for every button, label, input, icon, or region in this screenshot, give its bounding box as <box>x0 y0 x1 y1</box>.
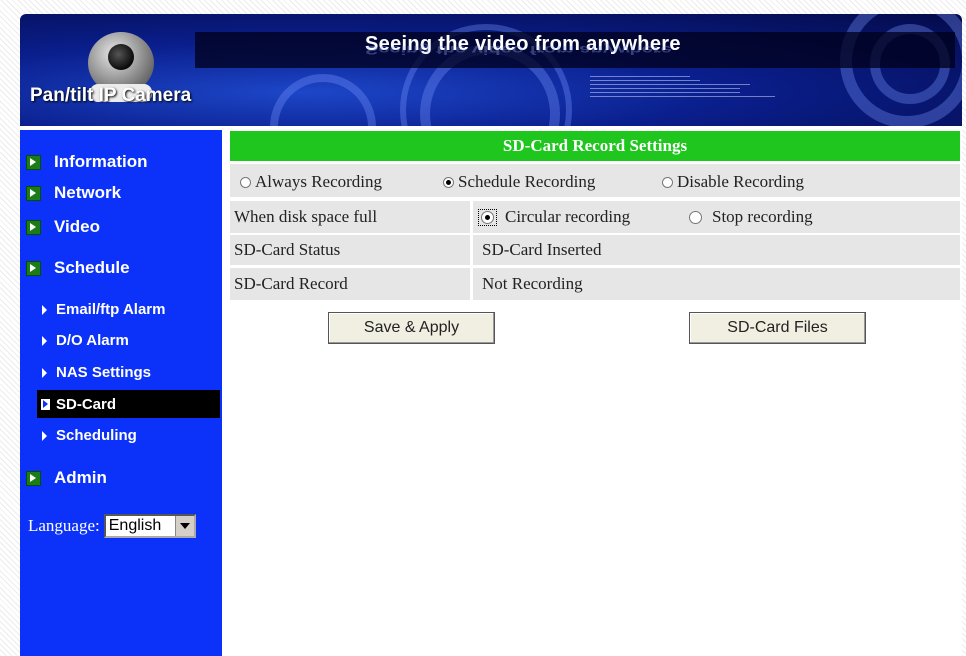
sidebar: Information Network Video Schedule Email… <box>20 130 222 656</box>
sidebar-item-label: Network <box>54 183 122 202</box>
page-title: SD-Card Record Settings <box>230 131 960 161</box>
sidebar-item-label: Schedule <box>54 258 130 277</box>
disk-full-options: Circular recording Stop recording <box>473 201 960 233</box>
sidebar-item-video[interactable]: Video <box>26 217 100 237</box>
language-select[interactable]: English <box>103 514 196 538</box>
schedule-recording-label: Schedule Recording <box>458 172 596 191</box>
sidebar-item-information[interactable]: Information <box>26 152 148 172</box>
sd-record-value: Not Recording <box>473 268 960 300</box>
stop-recording-label: Stop recording <box>712 207 813 226</box>
disable-recording-option[interactable]: Disable Recording <box>662 172 804 192</box>
sidebar-subitem-nas-settings[interactable]: NAS Settings <box>42 364 151 381</box>
sidebar-item-label: Information <box>54 152 148 171</box>
arrow-icon <box>26 470 41 486</box>
sd-record-row: SD-Card Record Not Recording <box>230 268 960 300</box>
chevron-down-icon[interactable] <box>174 516 194 536</box>
arrow-icon <box>26 185 41 201</box>
sidebar-subitem-label: SD-Card <box>56 395 117 413</box>
sd-card-files-button[interactable]: SD-Card Files <box>689 312 866 344</box>
always-recording-radio[interactable] <box>240 176 251 188</box>
sd-status-label: SD-Card Status <box>230 235 470 265</box>
sd-status-value: SD-Card Inserted <box>473 235 960 265</box>
circular-recording-option[interactable]: Circular recording <box>478 207 630 227</box>
banner-title-reflection: Seeing the video from anywhere <box>365 42 672 56</box>
banner-fine-print <box>590 76 780 100</box>
sidebar-item-network[interactable]: Network <box>26 183 121 203</box>
sidebar-item-label: Admin <box>54 468 107 487</box>
sidebar-subitem-label: Email/ftp Alarm <box>56 301 166 318</box>
focus-outline <box>478 208 497 226</box>
banner-arc <box>270 74 376 126</box>
arrow-icon <box>26 154 41 170</box>
banner: Seeing the video from anywhere Seeing th… <box>20 14 962 126</box>
sidebar-subitem-label: D/O Alarm <box>56 332 129 349</box>
sidebar-subitem-do-alarm[interactable]: D/O Alarm <box>42 332 129 349</box>
save-apply-button[interactable]: Save & Apply <box>328 312 495 344</box>
language-label: Language: <box>28 516 100 535</box>
arrow-icon <box>41 398 50 410</box>
disk-full-row: When disk space full Circular recording … <box>230 201 960 233</box>
schedule-recording-radio[interactable] <box>443 176 454 188</box>
triangle-icon <box>42 367 47 378</box>
sidebar-subitem-sd-card[interactable]: SD-Card <box>37 390 220 418</box>
disable-recording-label: Disable Recording <box>677 172 804 191</box>
sidebar-subitem-email-ftp-alarm[interactable]: Email/ftp Alarm <box>42 301 165 318</box>
triangle-icon <box>42 430 47 441</box>
sidebar-item-schedule[interactable]: Schedule <box>26 258 130 278</box>
triangle-icon <box>42 335 47 346</box>
main-content: SD-Card Record Settings Always Recording… <box>230 131 960 344</box>
brand-name: Pan/tilt IP Camera <box>30 85 192 106</box>
arrow-icon <box>26 260 41 276</box>
triangle-icon <box>42 304 47 315</box>
disable-recording-radio[interactable] <box>662 176 673 188</box>
schedule-recording-option[interactable]: Schedule Recording <box>443 172 595 192</box>
sidebar-item-admin[interactable]: Admin <box>26 468 107 488</box>
circular-recording-label: Circular recording <box>505 207 631 226</box>
always-recording-label: Always Recording <box>255 172 383 191</box>
language-row: Language: English <box>28 514 196 538</box>
stop-recording-radio[interactable] <box>689 210 702 224</box>
sd-record-label: SD-Card Record <box>230 268 470 300</box>
sd-status-row: SD-Card Status SD-Card Inserted <box>230 235 960 265</box>
camera-lens-icon <box>108 44 134 70</box>
sidebar-subitem-label: NAS Settings <box>56 364 152 381</box>
sidebar-subitem-label: Scheduling <box>56 427 137 444</box>
language-value: English <box>108 517 162 534</box>
stop-recording-option[interactable]: Stop recording <box>689 207 813 227</box>
record-mode-row: Always Recording Schedule Recording Disa… <box>230 164 960 197</box>
sidebar-item-label: Video <box>54 217 100 236</box>
always-recording-option[interactable]: Always Recording <box>240 172 382 192</box>
disk-full-label: When disk space full <box>230 201 470 233</box>
circular-recording-radio[interactable] <box>481 210 494 224</box>
arrow-icon <box>26 219 41 235</box>
sidebar-subitem-scheduling[interactable]: Scheduling <box>42 427 137 444</box>
